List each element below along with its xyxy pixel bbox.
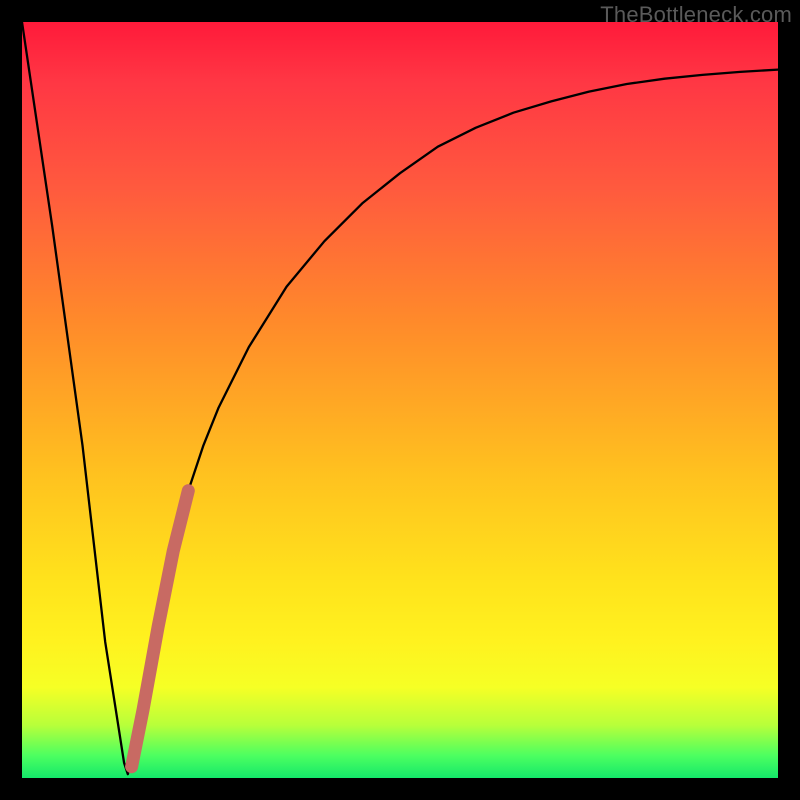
highlight-segment — [132, 491, 189, 767]
bottleneck-curve — [22, 22, 778, 774]
chart-svg — [22, 22, 778, 778]
watermark-text: TheBottleneck.com — [600, 2, 792, 28]
chart-frame: TheBottleneck.com — [0, 0, 800, 800]
